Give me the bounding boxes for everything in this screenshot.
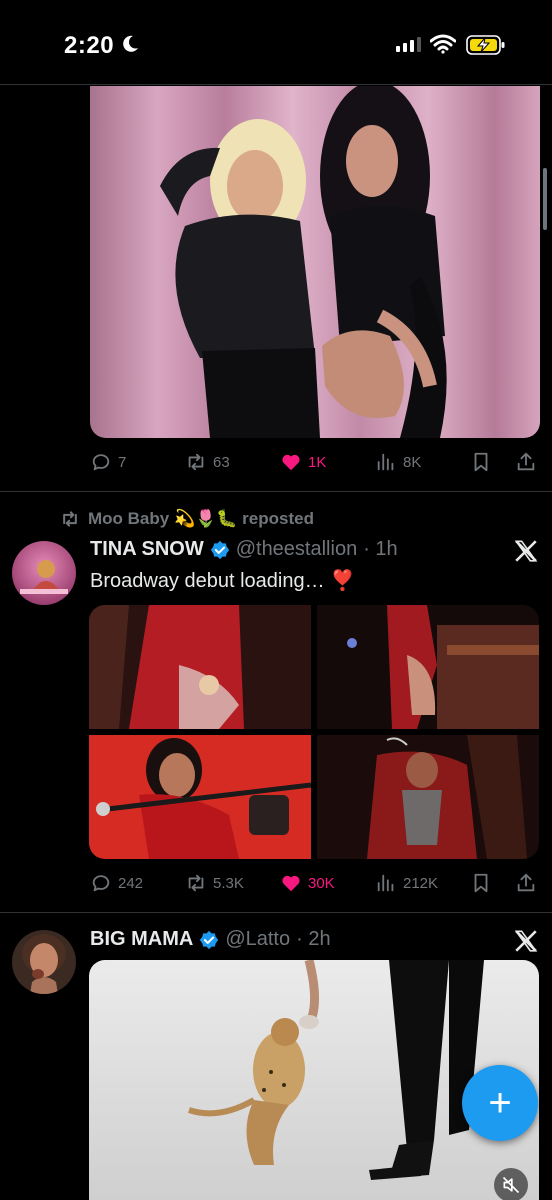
repost-icon [63, 511, 77, 527]
tweet-actions: 242 5.3K 30K 212K [90, 870, 540, 896]
tweet-text: Broadway debut loading… ❣️ [90, 570, 356, 592]
bookmark-button[interactable] [470, 449, 492, 475]
scrollbar[interactable] [543, 168, 547, 230]
tweet-actions: 7 63 1K 8K [90, 449, 540, 475]
divider [0, 491, 552, 492]
bookmark-button[interactable] [470, 870, 492, 896]
speaker-muted-icon [502, 1176, 520, 1194]
tweet-time: · 1h [363, 538, 398, 560]
reply-count: 7 [118, 453, 127, 471]
author-name[interactable]: TINA SNOW [90, 538, 204, 561]
reply-button[interactable]: 7 [90, 449, 126, 475]
photo-image [317, 735, 539, 859]
share-icon [517, 452, 535, 471]
avatar-image [12, 541, 76, 605]
views-count: 8K [403, 453, 422, 471]
verified-badge-icon [200, 930, 219, 949]
battery-charging-icon [466, 35, 505, 55]
moon-icon [123, 35, 138, 52]
x-logo-icon [514, 540, 538, 562]
signal-icon [396, 37, 421, 52]
repost-context[interactable]: Moo Baby 💫🌷🐛 reposted [60, 509, 314, 529]
views-count: 212K [403, 874, 439, 892]
like-button[interactable]: 30K [280, 870, 335, 896]
compose-button[interactable]: + [462, 1065, 538, 1141]
views-button[interactable]: 212K [375, 870, 438, 896]
avatar-image [12, 930, 76, 994]
repost-count: 5.3K [213, 874, 244, 892]
author-handle[interactable]: @theestallion [236, 538, 357, 561]
repost-icon [188, 453, 204, 471]
repost-button[interactable]: 63 [185, 449, 230, 475]
like-count: 30K [308, 874, 335, 892]
photo-image [89, 605, 311, 729]
heart-filled-icon [282, 875, 300, 892]
media-photo-3[interactable] [89, 735, 311, 859]
bookmark-icon [474, 452, 488, 472]
status-time: 2:20 [64, 32, 115, 59]
avatar[interactable] [12, 930, 76, 994]
tweet-header: TINA SNOW @theestallion · 1h [90, 538, 398, 561]
tweet-header: BIG MAMA @Latto · 2h [90, 928, 331, 951]
photo-image [89, 735, 311, 859]
avatar[interactable] [12, 541, 76, 605]
media-photo-2[interactable] [317, 605, 539, 729]
share-button[interactable] [515, 449, 537, 475]
wifi-icon [430, 34, 456, 54]
status-bar: 2:20 [0, 0, 552, 84]
share-button[interactable] [515, 870, 537, 896]
heart-filled-icon [282, 454, 300, 471]
photo-image [90, 86, 540, 438]
views-icon [377, 453, 394, 471]
author-name[interactable]: BIG MAMA [90, 928, 193, 951]
tweet-media-photo[interactable] [90, 86, 540, 438]
media-photo-1[interactable] [89, 605, 311, 729]
repost-context-label: Moo Baby 💫🌷🐛 reposted [88, 509, 314, 528]
repost-count: 63 [213, 453, 230, 471]
photo-image [317, 605, 539, 729]
mute-button[interactable] [494, 1168, 528, 1200]
views-button[interactable]: 8K [375, 449, 421, 475]
reply-icon [92, 454, 110, 471]
like-count: 1K [308, 453, 327, 471]
tweet-time: · 2h [296, 928, 331, 950]
reply-icon [92, 875, 110, 892]
media-photo-4[interactable] [317, 735, 539, 859]
divider [0, 912, 552, 913]
like-button[interactable]: 1K [280, 449, 326, 475]
x-logo-icon [514, 930, 538, 952]
repost-icon [188, 874, 204, 892]
tweet-media-grid [89, 605, 539, 859]
verified-badge-icon [210, 540, 229, 559]
bookmark-icon [474, 873, 488, 893]
repost-button[interactable]: 5.3K [185, 870, 244, 896]
reply-button[interactable]: 242 [90, 870, 143, 896]
views-icon [377, 874, 394, 892]
compose-plus-label: + [488, 1080, 512, 1125]
divider [0, 84, 552, 85]
reply-count: 242 [118, 874, 144, 892]
author-handle[interactable]: @Latto [225, 928, 290, 951]
share-icon [517, 873, 535, 892]
